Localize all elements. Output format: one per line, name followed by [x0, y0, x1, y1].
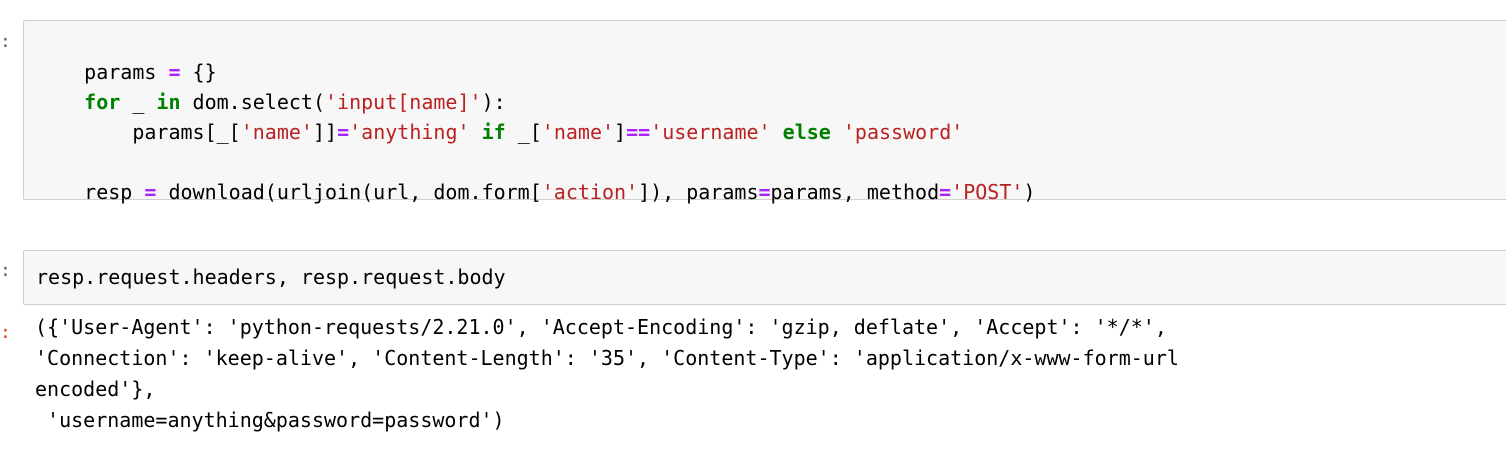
code-line-2: for _ in dom.select('input[name]'):: [36, 57, 505, 114]
code-token: ]: [614, 120, 627, 144]
code-token: download(urljoin(url, dom.form[: [156, 180, 542, 204]
code-line-1: resp.request.headers, resp.request.body: [36, 265, 506, 289]
code-token: =: [939, 180, 952, 204]
code-line-1: params = {}: [36, 27, 216, 84]
code-cell-1[interactable]: params = {} for _ in dom.select('input[n…: [23, 20, 1506, 204]
code-token: =: [337, 120, 350, 144]
code-token: ]), params: [638, 180, 759, 204]
code-token: 'name': [541, 120, 615, 144]
cell-2-prompt: :: [0, 260, 11, 281]
code-cell-2[interactable]: resp.request.headers, resp.request.body: [23, 250, 1506, 305]
code-token: =: [144, 180, 157, 204]
code-line-3: params[_['name']]='anything' if _['name'…: [36, 87, 963, 144]
code-token: 'action': [541, 180, 639, 204]
code-token: 'username': [650, 120, 771, 144]
code-token: params, method: [770, 180, 940, 204]
code-line-5: resp = download(urljoin(url, dom.form['a…: [36, 147, 1035, 204]
code-token: 'anything': [349, 120, 470, 144]
code-token: if: [481, 120, 506, 144]
code-token: =: [758, 180, 771, 204]
code-token: ==: [626, 120, 651, 144]
output-prompt: :: [0, 322, 11, 343]
output-line: encoded'},: [35, 377, 156, 401]
output-line: 'Connection': 'keep-alive', 'Content-Len…: [35, 346, 1179, 370]
code-token: ): [1023, 180, 1036, 204]
code-token: 'name': [240, 120, 313, 144]
code-token: ]]: [312, 120, 338, 144]
code-token: 'POST': [951, 180, 1024, 204]
code-token: params[_[: [84, 120, 241, 144]
code-token: 'password': [842, 120, 964, 144]
code-token: resp: [84, 180, 145, 204]
output-line: ({'User-Agent': 'python-requests/2.21.0'…: [35, 315, 1167, 339]
output-line: 'username=anything&password=password'): [35, 408, 505, 432]
cell-1-prompt: :: [0, 31, 11, 52]
code-token: else: [782, 120, 831, 144]
output-area: ({'User-Agent': 'python-requests/2.21.0'…: [35, 312, 1500, 452]
code-token: _[: [505, 120, 542, 144]
